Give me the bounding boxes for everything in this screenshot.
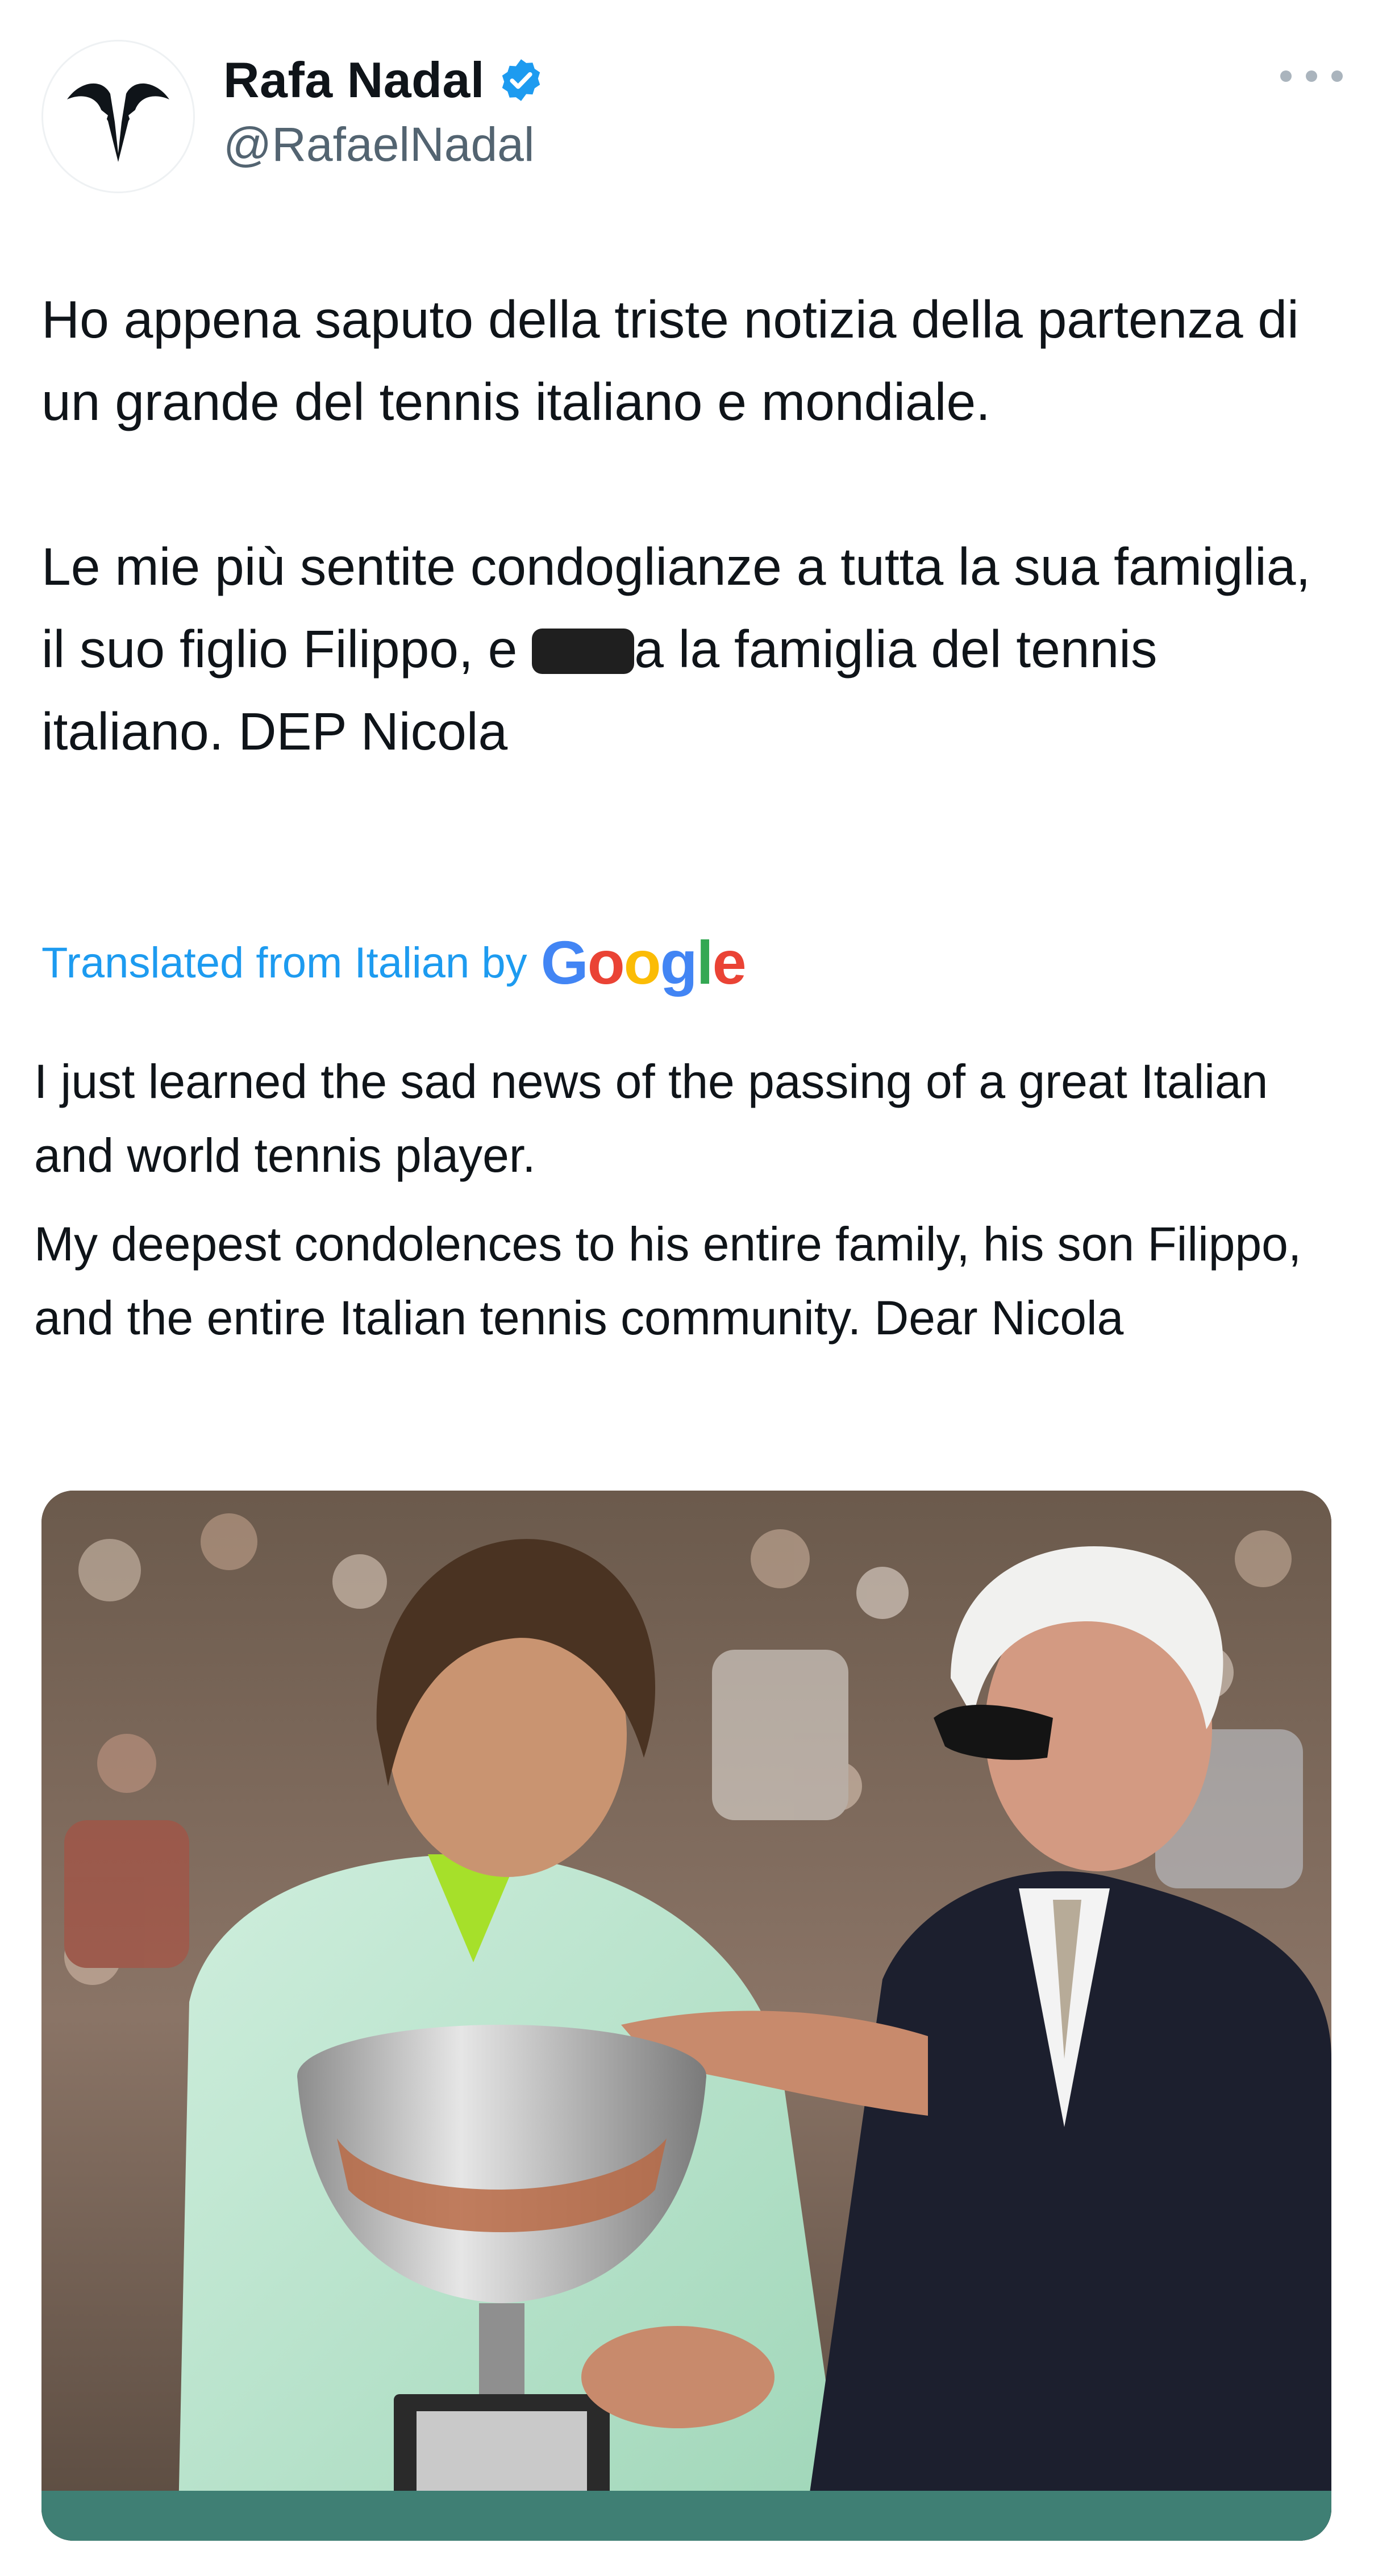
more-options-button[interactable]: [1280, 65, 1343, 88]
tweet-text: Ho appena saputo della triste notizia de…: [41, 278, 1343, 773]
user-handle[interactable]: @RafaelNadal: [223, 117, 545, 172]
redaction-scribble: [532, 629, 635, 674]
tweet-photo[interactable]: [41, 1491, 1331, 2541]
translated-text: I just learned the sad news of the passi…: [34, 1044, 1341, 1355]
more-horizontal-icon: [1280, 70, 1292, 82]
display-name[interactable]: Rafa Nadal: [223, 51, 485, 109]
tweet-header: Rafa Nadal @RafaelNadal: [41, 40, 1343, 193]
trophy-presentation-photo: [41, 1491, 1331, 2541]
translation-attribution[interactable]: Translated from Italian by Google: [41, 928, 747, 997]
translation-paragraph: I just learned the sad news of the passi…: [34, 1055, 1268, 1182]
rafa-bull-logo-icon: [67, 83, 169, 162]
tweet-paragraph: Ho appena saputo della triste notizia de…: [41, 290, 1299, 431]
translation-label: Translated from Italian by: [41, 938, 527, 987]
verified-badge-icon: [502, 59, 540, 101]
translation-paragraph: My deepest condolences to his entire fam…: [34, 1217, 1302, 1345]
google-logo: Google: [540, 928, 747, 997]
tweet-paragraph: Le mie più sentite condoglianze a tutta …: [41, 537, 1311, 761]
avatar[interactable]: [41, 40, 195, 193]
